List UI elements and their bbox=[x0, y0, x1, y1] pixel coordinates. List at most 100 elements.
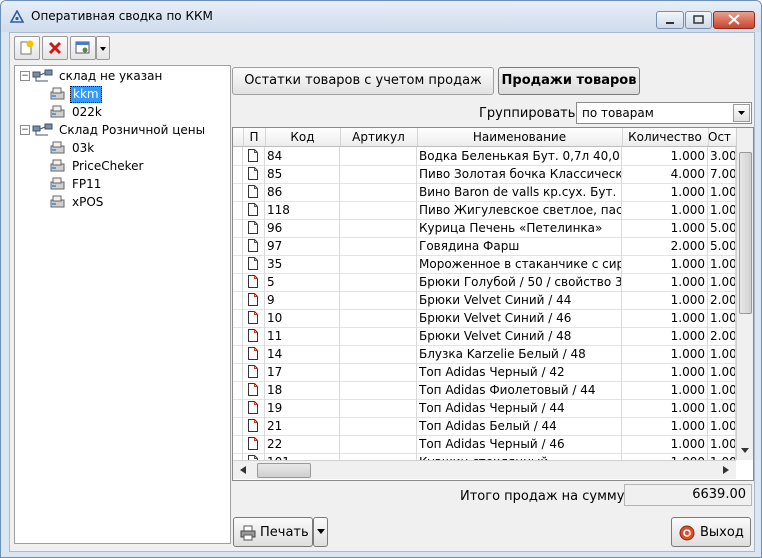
cell-article bbox=[340, 417, 417, 435]
title-bar[interactable]: Оперативная сводка по ККМ bbox=[1, 1, 761, 32]
new-button[interactable] bbox=[14, 36, 40, 60]
table-row[interactable]: 10 Брюки Velvet Синий / 46 1.000 1.00 bbox=[233, 309, 736, 328]
document-icon bbox=[248, 221, 258, 234]
chevron-left-icon[interactable] bbox=[237, 463, 249, 477]
row-type-cell bbox=[243, 345, 265, 363]
tree-node-store[interactable]: − Склад Розничной цены bbox=[15, 121, 228, 139]
table-row[interactable]: 11 Брюки Velvet Синий / 48 1.000 2.00 bbox=[233, 327, 736, 346]
table-row[interactable]: 17 Топ Adidas Черный / 42 1.000 1.00 bbox=[233, 363, 736, 382]
tree-node-store[interactable]: − склад не указан bbox=[15, 67, 228, 85]
cell-name: Водка Беленькая Бут. 0,7л 40,0 bbox=[417, 147, 622, 165]
cell-code: 97 bbox=[265, 237, 340, 255]
maximize-button[interactable] bbox=[685, 11, 712, 29]
table-row[interactable]: 85 Пиво Золотая бочка Классическ 4.000 7.00 bbox=[233, 165, 736, 184]
table-row[interactable]: 22 Топ Adidas Черный / 46 1.000 1.00 bbox=[233, 435, 736, 454]
cell-name: Блузка Karzelie Белый / 48 bbox=[417, 345, 622, 363]
horizontal-scroll-thumb[interactable] bbox=[257, 463, 311, 478]
cell-qty: 2.000 bbox=[622, 237, 708, 255]
cell-qty: 1.000 bbox=[622, 381, 708, 399]
cell-code: 118 bbox=[265, 201, 340, 219]
cell-rest: 1.00 bbox=[710, 363, 736, 381]
table-row[interactable]: 86 Вино Baron de valls кр.сух. Бут. 1.000 1… bbox=[233, 183, 736, 202]
cell-name: Топ Adidas Черный / 42 bbox=[417, 363, 622, 381]
grid-header: П Код Артикул Наименование Количество Ос… bbox=[233, 128, 753, 147]
network-store-icon bbox=[32, 69, 53, 82]
row-type-cell bbox=[243, 309, 265, 327]
print-dropdown-button[interactable] bbox=[313, 517, 328, 547]
chevron-down-icon bbox=[100, 47, 106, 51]
close-button[interactable] bbox=[713, 11, 755, 29]
cell-article bbox=[340, 435, 417, 453]
column-header-type[interactable]: П bbox=[243, 128, 266, 146]
vertical-scroll-thumb[interactable] bbox=[739, 152, 752, 314]
row-type-cell bbox=[243, 291, 265, 309]
row-type-cell bbox=[243, 219, 265, 237]
table-row[interactable]: 35 Мороженное в стаканчике с сир 1.000 1.00 bbox=[233, 255, 736, 274]
tree-node-cashreg[interactable]: kkm bbox=[15, 85, 228, 103]
cell-article bbox=[340, 273, 417, 291]
vertical-scrollbar[interactable] bbox=[736, 128, 753, 460]
cell-code: 22 bbox=[265, 435, 340, 453]
collapse-icon[interactable]: − bbox=[20, 125, 30, 135]
exit-button[interactable]: Выход bbox=[671, 517, 751, 547]
cell-rest: 1.00 bbox=[710, 309, 736, 327]
row-indicator-cell bbox=[233, 309, 243, 327]
table-row[interactable]: 14 Блузка Karzelie Белый / 48 1.000 1.00 bbox=[233, 345, 736, 364]
horizontal-scrollbar[interactable] bbox=[233, 460, 736, 479]
cell-article bbox=[340, 219, 417, 237]
minimize-button[interactable] bbox=[656, 11, 684, 29]
tree-node-cashreg[interactable]: xPOS bbox=[15, 193, 228, 211]
cell-name: Брюки Velvet Синий / 46 bbox=[417, 309, 622, 327]
cell-qty: 1.000 bbox=[622, 327, 708, 345]
column-header-code[interactable]: Код bbox=[265, 128, 341, 146]
table-row[interactable]: 97 Говядина Фарш 2.000 5.00 bbox=[233, 237, 736, 256]
table-row[interactable]: 19 Топ Adidas Черный / 44 1.000 1.00 bbox=[233, 399, 736, 418]
table-row[interactable]: 21 Топ Adidas Белый / 44 1.000 1.00 bbox=[233, 417, 736, 436]
settings-dropdown-button[interactable] bbox=[96, 36, 110, 60]
row-indicator-cell bbox=[233, 435, 243, 453]
chevron-right-icon[interactable] bbox=[720, 463, 732, 477]
store-tree[interactable]: − склад не указан kkm 022k − Склад Розни… bbox=[14, 65, 231, 544]
tab-sales[interactable]: Продажи товаров bbox=[498, 67, 640, 95]
cash-register-icon bbox=[50, 159, 65, 172]
tab-stock-with-sales[interactable]: Остатки товаров с учетом продаж bbox=[232, 67, 494, 95]
cell-rest: 1.00 bbox=[708, 453, 736, 460]
column-header-name[interactable]: Наименование bbox=[417, 128, 623, 146]
minimize-icon bbox=[666, 22, 674, 24]
settings-button[interactable] bbox=[70, 36, 96, 60]
sales-grid[interactable]: П Код Артикул Наименование Количество Ос… bbox=[232, 127, 754, 481]
column-header-article[interactable]: Артикул bbox=[340, 128, 418, 146]
table-row[interactable]: 96 Курица Печень «Петелинка» 1.000 5.00 bbox=[233, 219, 736, 238]
table-row[interactable]: 84 Водка Беленькая Бут. 0,7л 40,0 1.000 3.0… bbox=[233, 147, 736, 166]
cell-rest: 3.00 bbox=[710, 147, 736, 165]
tree-node-cashreg[interactable]: FP11 bbox=[15, 175, 228, 193]
table-row[interactable]: 101 Кувшин стеклянный1.0001.00 bbox=[233, 453, 736, 460]
print-button[interactable]: Печать bbox=[233, 517, 313, 547]
document-icon bbox=[248, 185, 258, 198]
delete-button[interactable] bbox=[42, 36, 68, 60]
group-label: Группировать bbox=[479, 106, 576, 121]
cell-article bbox=[340, 309, 417, 327]
table-row[interactable]: 5 Брюки Голубой / 50 / свойство 3 1.000 1.0… bbox=[233, 273, 736, 292]
group-select-arrow[interactable] bbox=[733, 104, 750, 122]
cell-name: Мороженное в стаканчике с сир bbox=[419, 255, 622, 273]
collapse-icon[interactable]: − bbox=[20, 71, 30, 81]
chevron-down-icon[interactable] bbox=[737, 444, 753, 458]
row-indicator-cell bbox=[233, 327, 243, 345]
tree-node-label: 03k bbox=[72, 141, 95, 155]
cell-article bbox=[340, 147, 417, 165]
tree-node-cashreg[interactable]: 022k bbox=[15, 103, 228, 121]
cell-article bbox=[340, 255, 417, 273]
column-header-qty[interactable]: Количество bbox=[622, 128, 709, 146]
cell-code: 18 bbox=[265, 381, 340, 399]
tree-node-cashreg[interactable]: PriceCheker bbox=[15, 157, 228, 175]
cell-name: Вино Baron de valls кр.сух. Бут. bbox=[417, 183, 622, 201]
row-type-cell bbox=[243, 399, 265, 417]
tree-node-label: склад не указан bbox=[59, 69, 163, 83]
tree-node-cashreg[interactable]: 03k bbox=[15, 139, 228, 157]
table-row[interactable]: 9 Брюки Velvet Синий / 44 1.000 2.00 bbox=[233, 291, 736, 310]
group-select[interactable]: по товарам bbox=[576, 102, 752, 124]
table-row[interactable]: 118 Пиво Жигулевское светлое, паст 1.000 1.… bbox=[233, 201, 736, 220]
table-row[interactable]: 18 Топ Adidas Фиолетовый / 44 1.000 1.00 bbox=[233, 381, 736, 400]
column-header-rest[interactable]: Ост bbox=[708, 128, 737, 146]
